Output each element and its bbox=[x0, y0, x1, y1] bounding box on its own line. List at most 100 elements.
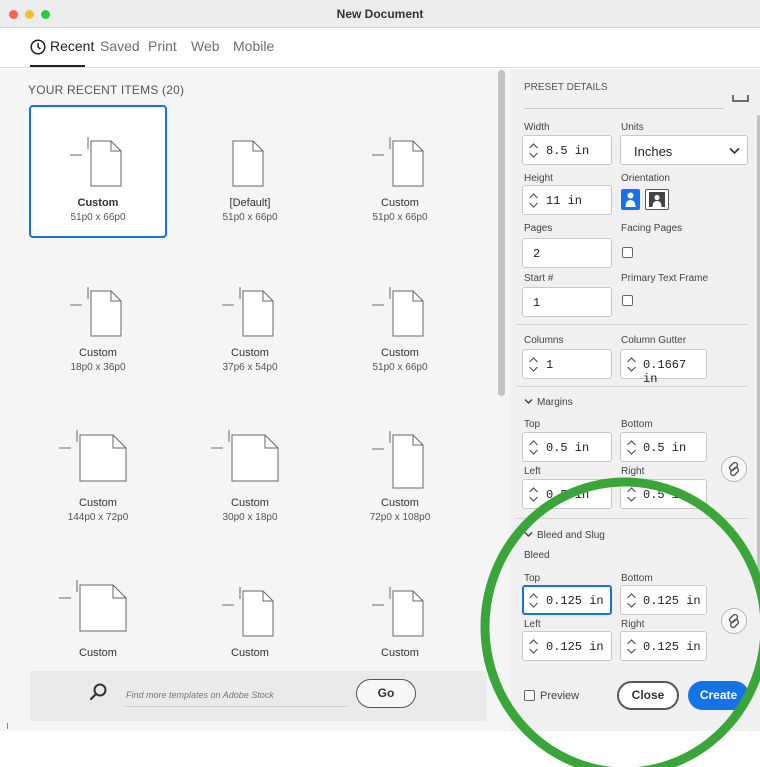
item-name: Custom bbox=[231, 497, 269, 509]
item-size: 51p0 x 66p0 bbox=[372, 362, 428, 373]
item-name: Custom bbox=[381, 197, 419, 209]
columns-label: Columns bbox=[524, 335, 564, 346]
recent-item-tile[interactable]: Custom bbox=[181, 555, 319, 667]
stepper-icon[interactable] bbox=[626, 438, 637, 457]
column-gutter-label: Column Gutter bbox=[621, 335, 687, 346]
portrait-orientation-button[interactable] bbox=[621, 189, 640, 210]
recent-item-tile[interactable]: Custom 144p0 x 72p0 bbox=[29, 405, 167, 538]
clock-icon bbox=[30, 39, 46, 55]
go-button[interactable]: Go bbox=[356, 679, 416, 708]
facing-pages-checkbox[interactable] bbox=[622, 247, 633, 258]
section-divider bbox=[516, 324, 748, 325]
recent-item-tile[interactable]: Custom 72p0 x 108p0 bbox=[331, 405, 469, 538]
window-title: New Document bbox=[336, 7, 424, 21]
recent-item-tile[interactable]: Custom bbox=[29, 555, 167, 667]
item-name: Custom bbox=[231, 647, 269, 659]
tab-mobile[interactable]: Mobile bbox=[233, 38, 274, 54]
start-page-value: 1 bbox=[533, 296, 541, 310]
document-portrait-icon bbox=[70, 287, 122, 337]
margin-top-label: Top bbox=[524, 419, 541, 430]
highlight-circle-annotation bbox=[480, 477, 760, 767]
pages-field[interactable]: 2 bbox=[522, 238, 612, 268]
document-portrait-icon bbox=[372, 587, 424, 637]
pages-label: Pages bbox=[524, 223, 553, 234]
item-size: 18p0 x 36p0 bbox=[70, 362, 126, 373]
recent-items-scrollbar[interactable] bbox=[498, 70, 505, 396]
margin-top-field[interactable]: 0.5 in bbox=[522, 432, 612, 462]
recent-item-tile[interactable]: Custom 51p0 x 66p0 bbox=[331, 255, 469, 388]
start-page-field[interactable]: 1 bbox=[522, 287, 612, 317]
recent-items-heading: YOUR RECENT ITEMS (20) bbox=[28, 83, 185, 97]
tab-saved[interactable]: Saved bbox=[100, 38, 140, 54]
item-size: 51p0 x 66p0 bbox=[70, 212, 126, 223]
margin-top-value: 0.5 in bbox=[546, 441, 590, 455]
recent-item-tile[interactable]: Custom 37p6 x 54p0 bbox=[181, 255, 319, 388]
primary-text-frame-label: Primary Text Frame bbox=[621, 273, 709, 284]
columns-field[interactable]: 1 bbox=[522, 349, 612, 379]
recent-item-tile[interactable]: [Default] 51p0 x 66p0 bbox=[181, 105, 319, 238]
stepper-icon[interactable] bbox=[528, 191, 539, 210]
document-portrait-icon bbox=[232, 140, 264, 187]
orientation-label: Orientation bbox=[621, 173, 670, 184]
item-name: Custom bbox=[79, 497, 117, 509]
item-name: Custom bbox=[79, 347, 117, 359]
margin-bottom-value: 0.5 in bbox=[643, 441, 687, 455]
width-field[interactable]: 8.5 in bbox=[522, 135, 612, 165]
column-gutter-field[interactable]: 0.1667 in bbox=[620, 349, 707, 386]
document-portrait-icon bbox=[372, 137, 424, 187]
template-search-input[interactable]: Find more templates on Adobe Stock bbox=[126, 690, 274, 700]
search-icon bbox=[89, 683, 107, 701]
document-landscape-icon bbox=[59, 430, 127, 482]
width-label: Width bbox=[524, 122, 550, 133]
recent-item-tile[interactable]: Custom 30p0 x 18p0 bbox=[181, 405, 319, 538]
item-size: 30p0 x 18p0 bbox=[222, 512, 278, 523]
recent-item-tile[interactable]: Custom 51p0 x 66p0 bbox=[29, 105, 167, 238]
recent-item-tile[interactable]: Custom 51p0 x 66p0 bbox=[331, 105, 469, 238]
primary-text-frame-checkbox[interactable] bbox=[622, 295, 633, 306]
search-input-underline bbox=[124, 706, 348, 707]
tab-bar: Recent Saved Print Web Mobile bbox=[0, 28, 760, 68]
item-size: 37p6 x 54p0 bbox=[222, 362, 278, 373]
tab-web[interactable]: Web bbox=[191, 38, 220, 54]
item-name: [Default] bbox=[229, 197, 271, 209]
units-dropdown[interactable]: Inches bbox=[620, 135, 748, 165]
item-size: 51p0 x 66p0 bbox=[222, 212, 278, 223]
landscape-person-icon bbox=[649, 192, 665, 207]
document-name-underline bbox=[524, 108, 724, 109]
tab-recent[interactable]: Recent bbox=[50, 38, 94, 54]
chevron-down-icon bbox=[729, 147, 740, 155]
margins-section-toggle[interactable]: Margins bbox=[537, 397, 573, 408]
item-size: 72p0 x 108p0 bbox=[369, 512, 431, 523]
width-value: 8.5 in bbox=[546, 144, 590, 158]
corner-mark bbox=[7, 723, 8, 729]
margin-bottom-field[interactable]: 0.5 in bbox=[620, 432, 707, 462]
units-value: Inches bbox=[634, 144, 673, 159]
height-field[interactable]: 11 in bbox=[522, 185, 612, 215]
column-gutter-value: 0.1667 in bbox=[643, 358, 687, 386]
tab-print[interactable]: Print bbox=[148, 38, 177, 54]
recent-item-tile[interactable]: Custom bbox=[331, 555, 469, 667]
stepper-icon[interactable] bbox=[528, 438, 539, 457]
item-name: Custom bbox=[231, 347, 269, 359]
item-name: Custom bbox=[381, 347, 419, 359]
document-portrait-icon bbox=[372, 431, 424, 489]
height-label: Height bbox=[524, 173, 553, 184]
document-portrait-icon bbox=[70, 137, 122, 187]
pages-value: 2 bbox=[533, 247, 541, 261]
section-divider bbox=[516, 386, 748, 387]
chevron-down-icon[interactable] bbox=[524, 398, 533, 405]
units-label: Units bbox=[621, 122, 644, 133]
stepper-icon[interactable] bbox=[626, 355, 637, 374]
item-name: Custom bbox=[79, 647, 117, 659]
preset-details-heading: PRESET DETAILS bbox=[524, 82, 608, 93]
document-landscape-icon bbox=[211, 430, 279, 482]
document-portrait-icon bbox=[222, 587, 274, 637]
stepper-icon[interactable] bbox=[528, 141, 539, 160]
document-landscape-icon bbox=[59, 580, 127, 632]
margin-bottom-label: Bottom bbox=[621, 419, 653, 430]
recent-item-tile[interactable]: Custom 18p0 x 36p0 bbox=[29, 255, 167, 388]
stepper-icon[interactable] bbox=[528, 355, 539, 374]
landscape-orientation-button[interactable] bbox=[645, 189, 669, 210]
item-name: Custom bbox=[77, 197, 119, 209]
save-preset-icon[interactable] bbox=[732, 92, 749, 102]
